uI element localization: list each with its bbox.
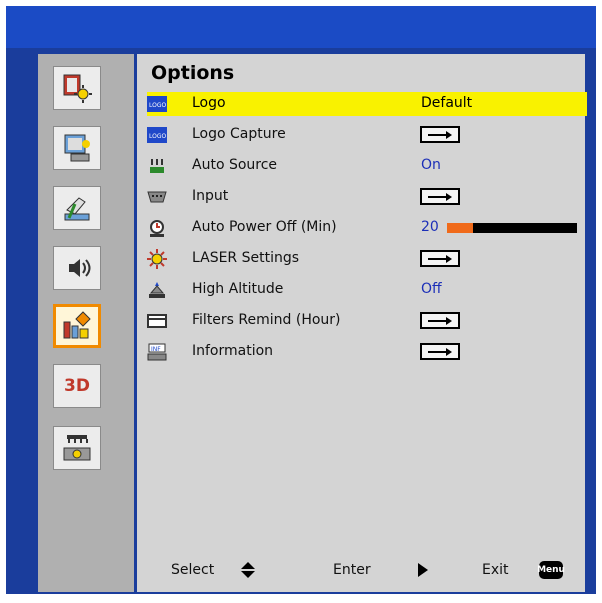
menu-row-label: Logo Capture <box>192 126 286 142</box>
image-settings-icon <box>63 74 92 103</box>
enter-hint: Enter <box>333 562 371 578</box>
menu-row-label: Auto Source <box>192 157 278 173</box>
menu-row-input[interactable]: Input <box>147 185 587 209</box>
enter-arrow-button[interactable] <box>420 312 460 329</box>
menu-row-label: Filters Remind (Hour) <box>192 312 341 328</box>
exit-hint: Exit <box>482 562 509 578</box>
information-icon: INF <box>147 342 167 362</box>
footer-hints: Select Enter Exit Menu <box>137 559 585 583</box>
slider-fill <box>447 223 473 233</box>
network-icon <box>63 435 91 461</box>
enter-arrow-button[interactable] <box>420 126 460 143</box>
options-panel: Options LOGO Logo Default LOGO Logo Capt… <box>137 54 587 592</box>
logo-capture-icon: LOGO <box>147 125 167 145</box>
enter-arrow-button[interactable] <box>420 188 460 205</box>
select-hint: Select <box>171 562 215 578</box>
menu-row-label: High Altitude <box>192 281 284 297</box>
logo-icon: LOGO <box>147 94 167 114</box>
volume-icon <box>69 259 91 277</box>
auto-power-off-icon <box>147 218 167 238</box>
menu-row-auto-source[interactable]: Auto Source On <box>147 154 587 178</box>
sidebar-item-image[interactable] <box>53 66 101 110</box>
laser-settings-icon <box>147 249 167 269</box>
menu-row-filters-remind[interactable]: Filters Remind (Hour) <box>147 309 587 333</box>
menu-row-label: Input <box>192 188 229 204</box>
osd-window: 3D Options LOGO Logo Default LOGO Logo C… <box>6 6 596 594</box>
auto-source-icon <box>147 156 167 176</box>
menu-row-value[interactable]: Off <box>421 281 442 297</box>
options-icon <box>63 311 91 339</box>
menu-row-high-altitude[interactable]: High Altitude Off <box>147 278 587 302</box>
menu-row-logo[interactable]: LOGO Logo Default <box>147 92 587 116</box>
input-icon <box>147 187 167 207</box>
3d-icon: 3D <box>64 376 90 396</box>
sidebar-item-volume[interactable] <box>53 246 101 290</box>
sidebar-item-3d[interactable]: 3D <box>53 364 101 408</box>
up-down-arrow-icon <box>241 562 255 578</box>
menu-row-logo-capture[interactable]: LOGO Logo Capture <box>147 123 587 147</box>
sidebar: 3D <box>38 54 134 592</box>
sidebar-item-display[interactable] <box>53 126 101 170</box>
right-arrow-icon <box>428 316 452 325</box>
sidebar-item-network[interactable] <box>53 426 101 470</box>
menu-row-auto-power-off[interactable]: Auto Power Off (Min) 20 <box>147 216 587 240</box>
menu-row-value[interactable]: Default <box>421 95 472 111</box>
menu-row-label: LASER Settings <box>192 250 300 266</box>
right-triangle-icon <box>418 563 428 577</box>
sidebar-item-options[interactable] <box>53 304 101 348</box>
menu-row-value[interactable]: 20 <box>421 219 439 235</box>
filter-icon <box>147 311 167 331</box>
power-off-slider[interactable] <box>447 223 577 233</box>
menu-row-information[interactable]: INF Information <box>147 340 587 364</box>
menu-row-value[interactable]: On <box>421 157 441 173</box>
menu-row-label: Logo <box>192 95 226 111</box>
right-arrow-icon <box>428 192 452 201</box>
menu-row-laser-settings[interactable]: LASER Settings <box>147 247 587 271</box>
right-arrow-icon <box>428 130 452 139</box>
svg-text:INF: INF <box>151 346 161 353</box>
enter-arrow-button[interactable] <box>420 250 460 267</box>
osd-top-bar <box>6 6 596 48</box>
right-arrow-icon <box>428 347 452 356</box>
menu-row-label: Auto Power Off (Min) <box>192 219 337 235</box>
setup-icon <box>64 197 90 221</box>
right-arrow-icon <box>428 254 452 263</box>
menu-key-icon: Menu <box>537 561 565 579</box>
high-altitude-icon <box>147 280 167 300</box>
display-settings-icon <box>64 134 90 162</box>
enter-arrow-button[interactable] <box>420 343 460 360</box>
svg-text:LOGO: LOGO <box>149 133 167 140</box>
menu-row-label: Information <box>192 343 274 359</box>
sidebar-item-setup[interactable] <box>53 186 101 230</box>
page-title: Options <box>151 62 235 84</box>
svg-text:LOGO: LOGO <box>149 102 167 109</box>
